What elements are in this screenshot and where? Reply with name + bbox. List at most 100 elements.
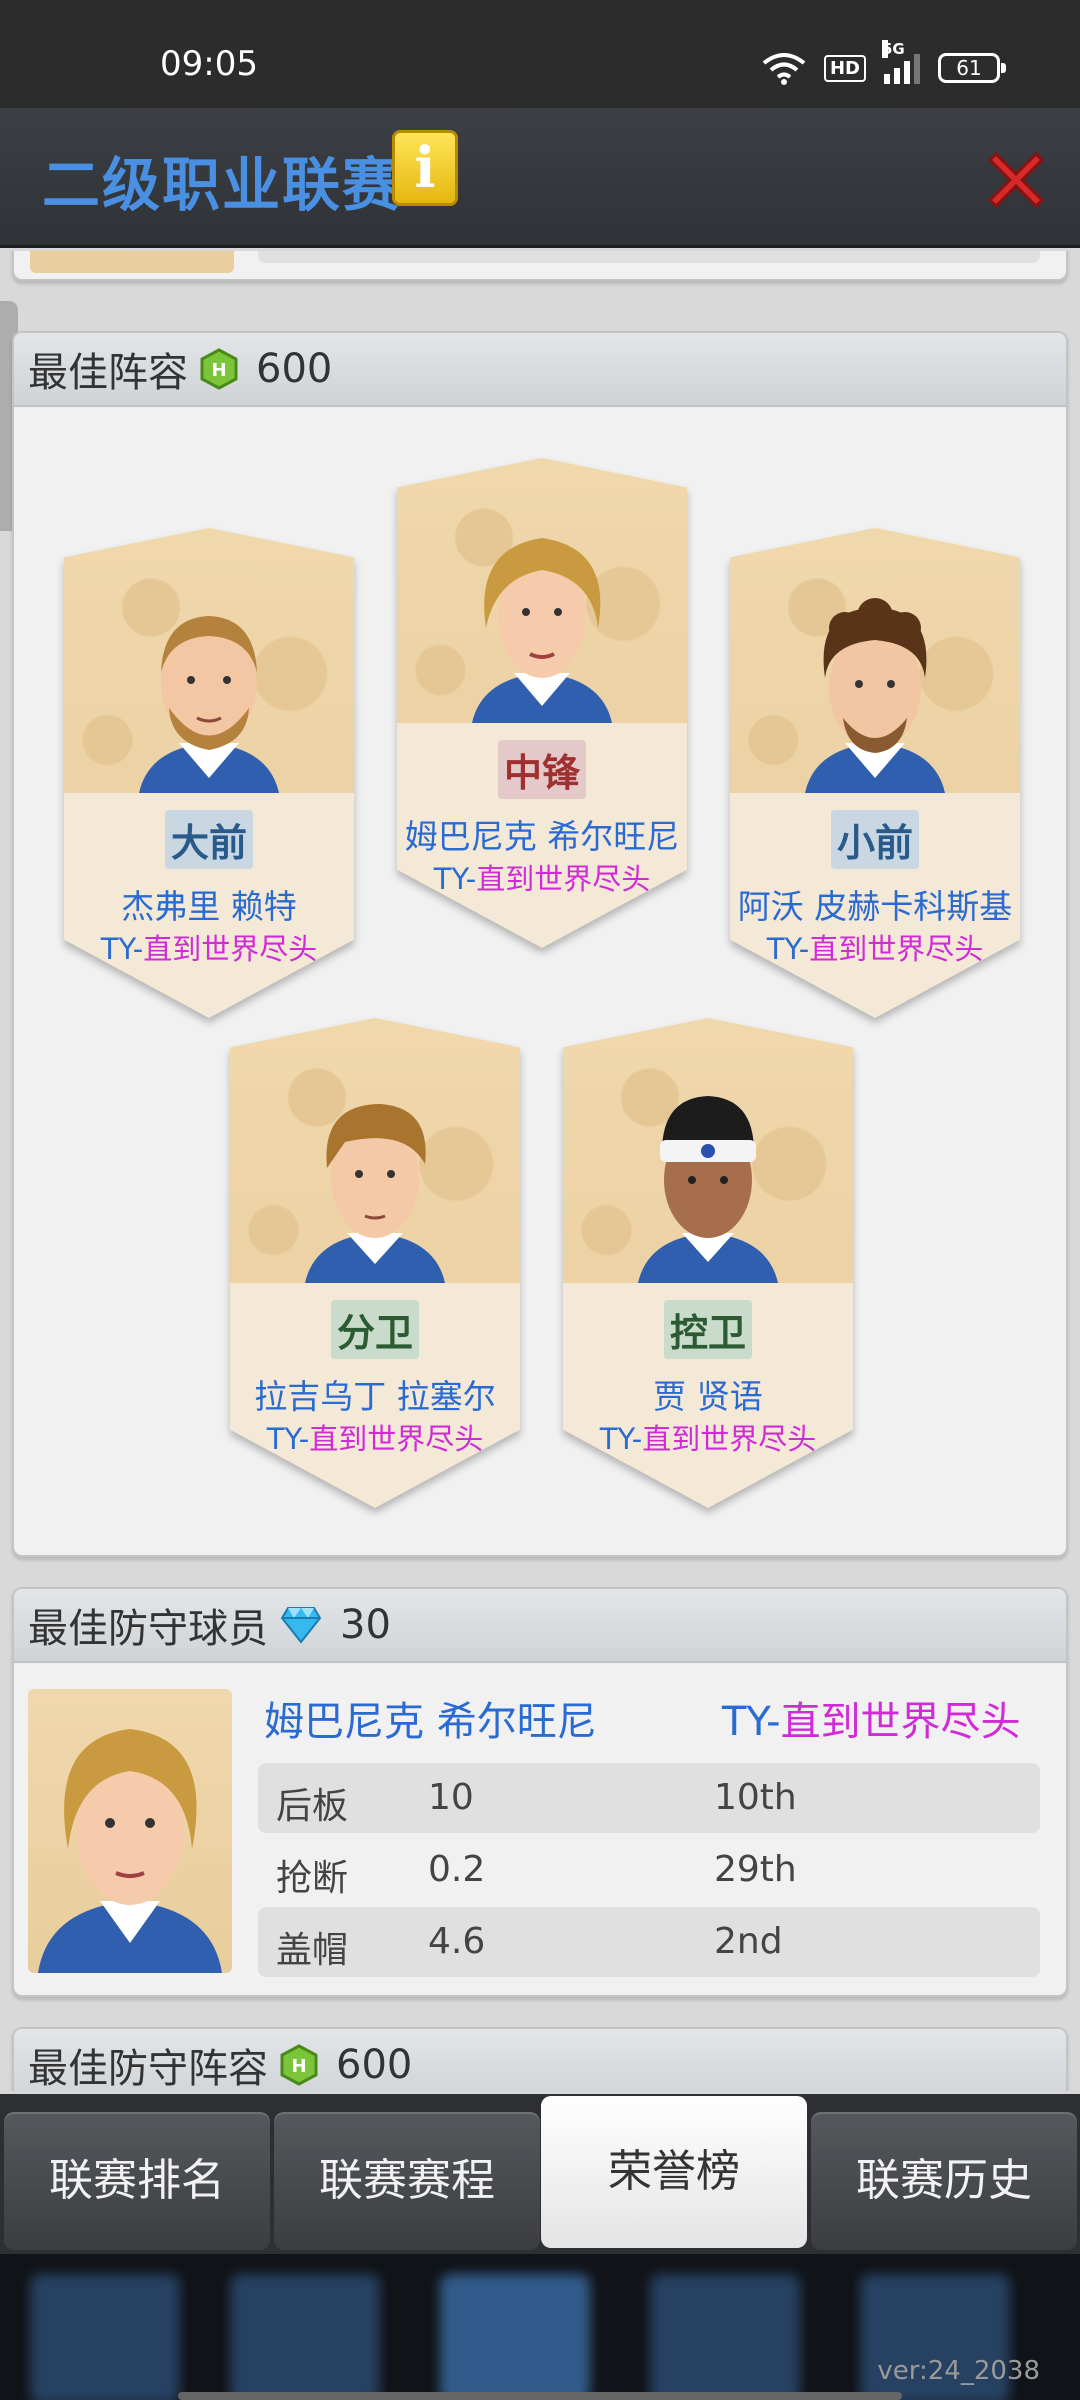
player-team: TY-直到世界尽头 xyxy=(230,1416,520,1458)
team-prefix: TY- xyxy=(266,1422,310,1456)
player-name: 姆巴尼克 希尔旺尼 xyxy=(404,817,680,856)
player-team: TY-直到世界尽头 xyxy=(730,926,1020,968)
position-badge: 中锋 xyxy=(497,740,587,799)
network-label: 5G xyxy=(882,40,905,58)
best-defender-title: 最佳防守球员 xyxy=(28,1606,268,1652)
best-defensive-lineup-reward: 600 xyxy=(336,2042,413,2088)
stat-rank: 2nd xyxy=(714,1921,783,1962)
best-lineup-title: 最佳阵容 xyxy=(28,350,188,396)
card-background: 分卫 拉吉乌丁 拉塞尔 TY-直到世界尽头 xyxy=(230,1018,520,1508)
hex-coin-icon: H xyxy=(200,348,238,390)
card-background: 小前 阿沃 皮赫卡科斯基 TY-直到世界尽头 xyxy=(730,528,1020,1018)
team-name: 直到世界尽头 xyxy=(476,862,651,896)
team-prefix: TY- xyxy=(722,1699,781,1745)
defender-name: 姆巴尼克 希尔旺尼 xyxy=(264,1699,597,1745)
status-time: 09:05 xyxy=(160,44,258,84)
team-prefix: TY- xyxy=(100,932,144,966)
lineup-card-sf[interactable]: 小前 阿沃 皮赫卡科斯基 TY-直到世界尽头 xyxy=(730,528,1020,1018)
team-name: 直到世界尽头 xyxy=(780,1699,1021,1745)
position-badge: 控卫 xyxy=(663,1300,753,1359)
card-art xyxy=(563,1018,853,1283)
player-name: 阿沃 皮赫卡科斯基 xyxy=(737,887,1013,926)
card-art xyxy=(230,1018,520,1283)
player-portrait-icon xyxy=(472,538,612,723)
best-defender-reward: 30 xyxy=(340,1602,391,1648)
player-name: 拉吉乌丁 拉塞尔 xyxy=(254,1377,496,1416)
stat-row: 后板 10 10th xyxy=(258,1763,1040,1833)
best-lineup-panel: 最佳阵容 H 600 大前 杰弗里 赖特 TY-直到世界尽头 中锋 姆巴尼克 希… xyxy=(12,331,1068,1557)
stat-row: 盖帽 4.6 2nd xyxy=(258,1907,1040,1977)
stat-label: 抢断 xyxy=(276,1858,349,1899)
card-background: 控卫 贾 贤语 TY-直到世界尽头 xyxy=(563,1018,853,1508)
card-background: 中锋 姆巴尼克 希尔旺尼 TY-直到世界尽头 xyxy=(397,458,687,948)
version-label: ver:24_2038 xyxy=(877,2356,1040,2386)
player-team: TY-直到世界尽头 xyxy=(64,926,354,968)
position-badge: 小前 xyxy=(830,810,920,869)
stat-value: 10 xyxy=(428,1777,474,1818)
defender-team: TY-直到世界尽头 xyxy=(722,1689,1021,1747)
stat-label: 后板 xyxy=(276,1786,349,1827)
best-lineup-header: 最佳阵容 H 600 xyxy=(14,333,1066,407)
info-icon[interactable]: i xyxy=(392,130,458,206)
team-name: 直到世界尽头 xyxy=(809,932,984,966)
team-prefix: TY- xyxy=(599,1422,643,1456)
player-name: 杰弗里 赖特 xyxy=(121,887,297,926)
battery-icon: 61 xyxy=(938,53,1006,83)
best-defensive-lineup-panel: 最佳防守阵容 H 600 xyxy=(12,2027,1068,2091)
card-background: 大前 杰弗里 赖特 TY-直到世界尽头 xyxy=(64,528,354,1018)
previous-panel-fragment xyxy=(12,251,1068,281)
hd-icon: HD xyxy=(823,54,866,82)
league-header: 二级职业联赛 i xyxy=(0,108,1080,248)
card-art xyxy=(397,458,687,723)
stat-row: 抢断 0.2 29th xyxy=(258,1835,1040,1905)
best-defender-panel: 最佳防守球员 30 姆巴尼克 希尔旺尼 TY-直到世界尽头 后板 10 10th… xyxy=(12,1587,1068,1997)
lineup-card-pf[interactable]: 大前 杰弗里 赖特 TY-直到世界尽头 xyxy=(64,528,354,1018)
blurred-nav-tile xyxy=(230,2274,380,2400)
card-art xyxy=(730,528,1020,793)
tab-league-history[interactable]: 联赛历史 xyxy=(811,2112,1077,2250)
honor-roll-content[interactable]: 最佳阵容 H 600 大前 杰弗里 赖特 TY-直到世界尽头 中锋 姆巴尼克 希… xyxy=(0,251,1080,2091)
status-bar: 09:05 HD 5G 61 xyxy=(0,0,1080,108)
stat-value: 4.6 xyxy=(428,1921,486,1962)
best-defensive-lineup-header: 最佳防守阵容 H 600 xyxy=(14,2029,1066,2091)
player-portrait-icon xyxy=(305,1104,445,1283)
home-indicator[interactable] xyxy=(178,2392,902,2400)
team-name: 直到世界尽头 xyxy=(309,1422,484,1456)
blurred-game-nav: ver:24_2038 xyxy=(0,2254,1080,2400)
svg-text:H: H xyxy=(291,2056,306,2077)
lineup-card-pg[interactable]: 控卫 贾 贤语 TY-直到世界尽头 xyxy=(563,1018,853,1508)
team-name: 直到世界尽头 xyxy=(143,932,318,966)
gem-icon xyxy=(280,1607,322,1644)
tab-honor-roll[interactable]: 荣誉榜 xyxy=(541,2096,807,2248)
player-team: TY-直到世界尽头 xyxy=(397,856,687,898)
position-badge: 分卫 xyxy=(330,1300,420,1359)
page-title: 二级职业联赛 xyxy=(42,151,403,219)
close-icon[interactable] xyxy=(980,144,1052,216)
lineup-card-sg[interactable]: 分卫 拉吉乌丁 拉塞尔 TY-直到世界尽头 xyxy=(230,1018,520,1508)
player-portrait-icon xyxy=(805,598,945,793)
stat-label: 盖帽 xyxy=(276,1930,349,1971)
blurred-nav-tile xyxy=(650,2274,800,2400)
player-photo-fragment xyxy=(30,251,234,273)
best-lineup-reward: 600 xyxy=(256,346,333,392)
status-icons: HD 5G 61 xyxy=(762,40,1006,86)
player-portrait-icon xyxy=(38,1729,222,1973)
blurred-nav-tile xyxy=(440,2274,590,2400)
tab-league-ranking[interactable]: 联赛排名 xyxy=(4,2112,270,2250)
defender-photo[interactable] xyxy=(28,1689,232,1973)
team-prefix: TY- xyxy=(766,932,810,966)
player-name: 贾 贤语 xyxy=(653,1377,763,1416)
player-portrait-icon xyxy=(638,1096,778,1283)
stat-rank: 10th xyxy=(714,1777,797,1818)
league-tabbar: 联赛排名 联赛赛程 荣誉榜 联赛历史 xyxy=(0,2094,1080,2254)
team-name: 直到世界尽头 xyxy=(642,1422,817,1456)
stat-value: 0.2 xyxy=(428,1849,486,1890)
lineup-card-c[interactable]: 中锋 姆巴尼克 希尔旺尼 TY-直到世界尽头 xyxy=(397,458,687,948)
tab-league-schedule[interactable]: 联赛赛程 xyxy=(274,2112,540,2250)
team-prefix: TY- xyxy=(433,862,477,896)
best-defender-header: 最佳防守球员 30 xyxy=(14,1589,1066,1663)
wifi-icon xyxy=(762,53,806,85)
stat-rank: 29th xyxy=(714,1849,797,1890)
svg-text:H: H xyxy=(211,360,226,381)
signal-icon: 5G xyxy=(882,40,920,84)
